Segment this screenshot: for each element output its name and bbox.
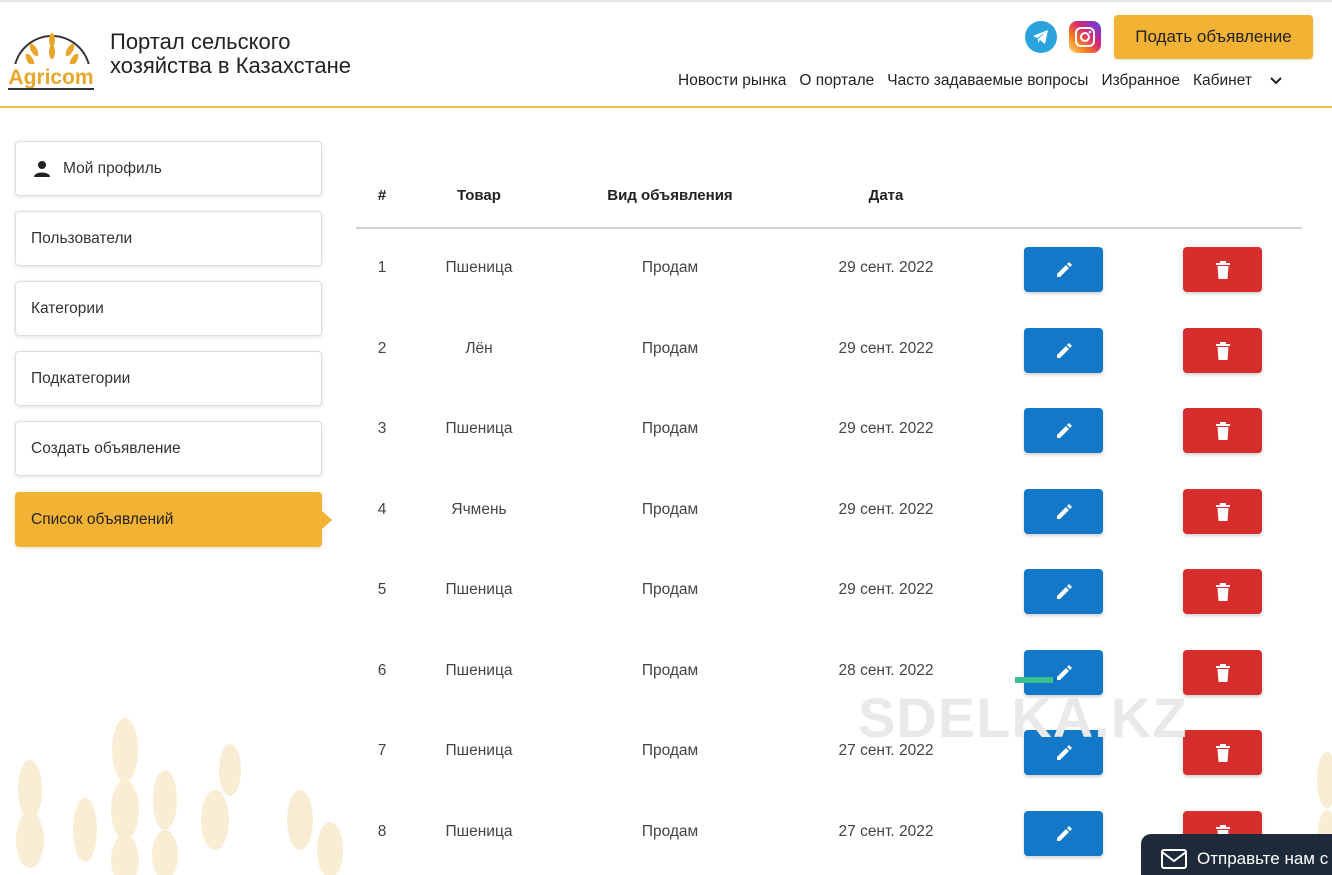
sidebar-item-label: Подкатегории	[31, 369, 131, 387]
row-ad-type: Продам	[641, 742, 699, 759]
column-header-product: Товар	[457, 187, 501, 204]
sidebar-item-categories[interactable]: Категории	[15, 281, 322, 336]
nav-market-news[interactable]: Новости рынка	[678, 72, 786, 90]
site-title-line2: хозяйства в Казахстане	[110, 53, 352, 78]
row-number: 2	[377, 340, 387, 357]
row-number: 1	[377, 259, 387, 276]
row-product: Пшеница	[445, 259, 513, 276]
row-ad-type: Продам	[641, 662, 699, 679]
sidebar-item-ad-list[interactable]: Список объявлений	[15, 492, 332, 547]
row-product: Ячмень	[451, 501, 507, 518]
row-product: Пшеница	[445, 742, 513, 759]
row-date: 29 сент. 2022	[838, 420, 934, 437]
row-date: 29 сент. 2022	[838, 581, 934, 598]
row-date: 29 сент. 2022	[838, 340, 934, 357]
top-border	[0, 0, 1332, 2]
sidebar-item-label: Мой профиль	[63, 159, 162, 177]
instagram-icon[interactable]	[1069, 21, 1101, 53]
sidebar-item-label: Пользователи	[31, 229, 133, 247]
pencil-icon	[1056, 825, 1072, 841]
edit-button[interactable]	[1024, 328, 1103, 373]
person-icon	[34, 160, 50, 177]
row-product: Пшеница	[445, 823, 513, 840]
edit-button[interactable]	[1024, 489, 1103, 534]
delete-button[interactable]	[1183, 408, 1262, 453]
trash-icon	[1215, 663, 1230, 682]
pencil-icon	[1056, 664, 1072, 680]
sidebar-item-profile[interactable]: Мой профиль	[15, 141, 322, 196]
delete-button[interactable]	[1183, 569, 1262, 614]
row-number: 7	[377, 742, 387, 759]
chat-widget-label: Отправьте нам с	[1197, 849, 1329, 868]
column-header-number: #	[377, 187, 387, 204]
site-title-line1: Портал сельского	[110, 29, 291, 54]
nav-about[interactable]: О портале	[799, 72, 874, 90]
trash-icon	[1215, 502, 1230, 521]
edit-button[interactable]	[1024, 247, 1103, 292]
row-ad-type: Продам	[641, 501, 699, 518]
nav-faq[interactable]: Часто задаваемые вопросы	[887, 72, 1088, 90]
sidebar-item-label: Категории	[31, 299, 104, 317]
chevron-down-icon[interactable]	[1269, 72, 1283, 90]
edit-button[interactable]	[1024, 569, 1103, 614]
row-number: 3	[377, 420, 387, 437]
nav-cabinet[interactable]: Кабинет	[1193, 72, 1252, 90]
site-title: Портал сельского хозяйства в Казахстане	[110, 30, 351, 78]
column-header-date: Дата	[868, 187, 904, 204]
row-number: 8	[377, 823, 387, 840]
row-ad-type: Продам	[641, 823, 699, 840]
delete-button[interactable]	[1183, 328, 1262, 373]
agricom-logo[interactable]: Agricom	[6, 18, 96, 92]
nav-favorites[interactable]: Избранное	[1101, 72, 1180, 90]
sidebar-item-label: Список объявлений	[31, 510, 174, 528]
row-number: 5	[377, 581, 387, 598]
envelope-icon	[1161, 849, 1187, 869]
pencil-icon	[1056, 583, 1072, 599]
pencil-icon	[1056, 261, 1072, 277]
site-header: Agricom Портал сельского хозяйства в Каз…	[0, 0, 1332, 108]
wheat-decoration	[16, 718, 343, 875]
row-product: Пшеница	[445, 581, 513, 598]
chat-widget[interactable]: Отправьте нам с	[1141, 834, 1332, 875]
column-header-ad-type: Вид объявления	[607, 187, 733, 204]
row-number: 4	[377, 501, 387, 518]
row-date: 29 сент. 2022	[838, 259, 934, 276]
delete-button[interactable]	[1183, 247, 1262, 292]
trash-icon	[1215, 582, 1230, 601]
trash-icon	[1215, 421, 1230, 440]
row-ad-type: Продам	[641, 259, 699, 276]
row-number: 6	[377, 662, 387, 679]
trash-icon	[1215, 341, 1230, 360]
row-ad-type: Продам	[641, 340, 699, 357]
watermark-accent	[1015, 677, 1053, 683]
submit-ad-button[interactable]: Подать объявление	[1114, 15, 1313, 59]
edit-button[interactable]	[1024, 811, 1103, 856]
table-header-divider	[356, 227, 1302, 229]
pencil-icon	[1056, 342, 1072, 358]
sidebar-item-subcategories[interactable]: Подкатегории	[15, 351, 322, 406]
pencil-icon	[1056, 503, 1072, 519]
trash-icon	[1215, 743, 1230, 762]
logo-text: Agricom	[8, 66, 93, 89]
pencil-icon	[1056, 422, 1072, 438]
row-ad-type: Продам	[641, 581, 699, 598]
row-date: 27 сент. 2022	[838, 823, 934, 840]
telegram-icon[interactable]	[1025, 21, 1057, 53]
delete-button[interactable]	[1183, 730, 1262, 775]
row-date: 28 сент. 2022	[838, 662, 934, 679]
delete-button[interactable]	[1183, 650, 1262, 695]
row-product: Лён	[465, 340, 493, 357]
sidebar-item-create-ad[interactable]: Создать объявление	[15, 421, 322, 476]
row-product: Пшеница	[445, 662, 513, 679]
row-product: Пшеница	[445, 420, 513, 437]
trash-icon	[1215, 260, 1230, 279]
row-date: 29 сент. 2022	[838, 501, 934, 518]
watermark: SDELKA.KZ	[858, 686, 1188, 749]
sidebar-item-users[interactable]: Пользователи	[15, 211, 322, 266]
edit-button[interactable]	[1024, 408, 1103, 453]
sidebar-item-label: Создать объявление	[31, 439, 181, 457]
main-nav: Новости рынка О портале Часто задаваемые…	[678, 72, 1283, 90]
delete-button[interactable]	[1183, 489, 1262, 534]
row-ad-type: Продам	[641, 420, 699, 437]
